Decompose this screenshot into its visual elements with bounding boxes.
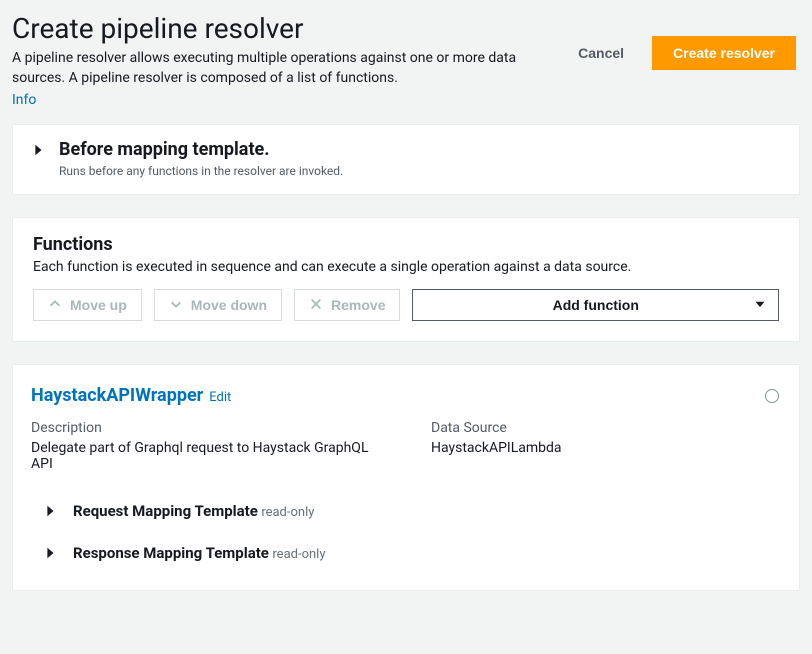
function-name-link[interactable]: HaystackAPIWrapper — [31, 385, 203, 406]
before-mapping-subtitle: Runs before any functions in the resolve… — [59, 164, 343, 178]
before-mapping-title: Before mapping template. — [59, 139, 343, 160]
move-up-button[interactable]: Move up — [33, 289, 142, 321]
close-icon — [309, 297, 323, 314]
caret-right-icon — [31, 143, 45, 161]
add-function-dropdown[interactable]: Add function — [412, 289, 779, 321]
read-only-badge: read-only — [272, 547, 325, 562]
remove-button[interactable]: Remove — [294, 289, 400, 321]
page-title: Create pipeline resolver — [12, 12, 522, 45]
page-description: A pipeline resolver allows executing mul… — [12, 49, 522, 88]
before-mapping-expander[interactable]: Before mapping template. Runs before any… — [13, 125, 799, 194]
move-down-button[interactable]: Move down — [154, 289, 282, 321]
datasource-label: Data Source — [431, 420, 562, 436]
cancel-button[interactable]: Cancel — [558, 37, 644, 69]
create-resolver-button[interactable]: Create resolver — [652, 36, 796, 70]
request-mapping-title: Request Mapping Template — [73, 502, 258, 520]
datasource-value: HaystackAPILambda — [431, 440, 562, 456]
functions-description: Each function is executed in sequence an… — [33, 259, 779, 275]
response-mapping-expander[interactable]: Response Mapping Template read-only — [31, 542, 781, 564]
description-value: Delegate part of Graphql request to Hays… — [31, 440, 371, 472]
info-link[interactable]: Info — [12, 92, 36, 108]
caret-right-icon — [43, 546, 57, 564]
chevron-down-icon — [169, 297, 183, 314]
function-edit-link[interactable]: Edit — [209, 390, 231, 405]
caret-down-icon — [754, 297, 766, 313]
request-mapping-expander[interactable]: Request Mapping Template read-only — [31, 500, 781, 522]
functions-title: Functions — [33, 234, 779, 255]
caret-right-icon — [43, 504, 57, 522]
read-only-badge: read-only — [261, 505, 314, 520]
chevron-up-icon — [48, 297, 62, 314]
response-mapping-title: Response Mapping Template — [73, 544, 269, 562]
description-label: Description — [31, 420, 371, 436]
